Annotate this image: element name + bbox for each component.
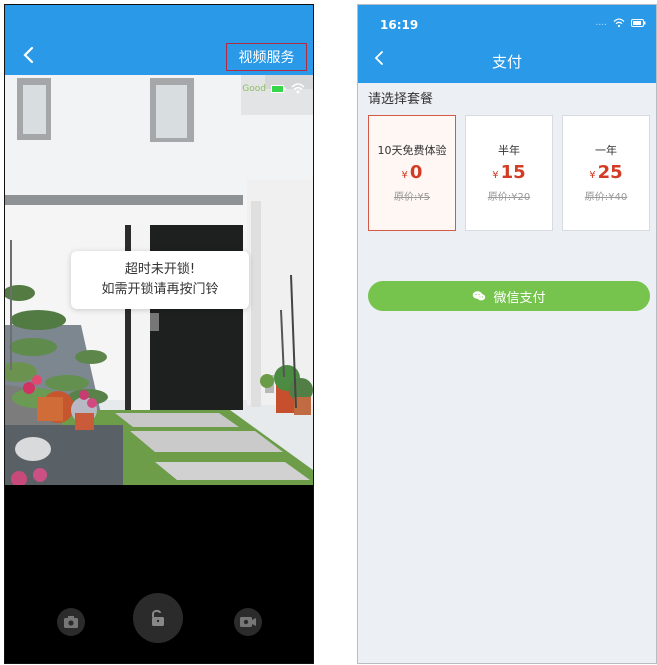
original-price: 原价:¥5: [393, 192, 431, 203]
plan-amount: 0: [409, 162, 423, 183]
dialog-message: 如需开锁请再按门铃: [101, 282, 219, 297]
status-icons: ....: [596, 18, 646, 28]
video-header: 视频服务: [5, 5, 313, 75]
wifi-icon: [613, 18, 625, 28]
plan-option-free-trial[interactable]: 10天免费体验 ¥ 0 原价:¥5: [368, 115, 456, 231]
left-phone-screen: 视频服务 Good 超时未开锁! 如需开锁请再按门铃: [4, 4, 314, 664]
video-service-label: 视频服务: [238, 50, 295, 66]
wifi-icon: [291, 83, 305, 94]
plan-amount: 15: [500, 162, 526, 183]
plan-option-one-year[interactable]: 一年 ¥ 25 原价:¥40: [562, 115, 650, 231]
video-service-button[interactable]: 视频服务: [226, 43, 307, 71]
plan-name: 一年: [595, 144, 617, 157]
plan-option-half-year[interactable]: 半年 ¥ 15 原价:¥20: [465, 115, 553, 231]
currency-symbol: ¥: [589, 170, 596, 181]
plan-price: ¥ 15: [466, 162, 552, 183]
camera-signal-status: Good: [221, 81, 305, 97]
wechat-pay-button[interactable]: 微信支付: [368, 281, 650, 311]
battery-icon: [271, 85, 286, 93]
original-price: 原价:¥40: [584, 192, 628, 203]
plan-price: ¥ 25: [563, 162, 649, 183]
dialog-title: 超时未开锁!: [124, 262, 196, 277]
unlock-button[interactable]: [133, 593, 183, 643]
battery-icon: [631, 19, 646, 27]
plan-amount: 25: [597, 162, 623, 183]
video-icon: [240, 617, 256, 627]
right-phone-screen: 16:19 .... 支付 请选择套餐 10天免费体验 ¥ 0 原价:¥5 半年…: [357, 4, 657, 664]
status-time: 16:19: [380, 18, 419, 32]
unlock-icon: [152, 609, 164, 626]
door-controls: [5, 485, 313, 663]
lock-timeout-dialog: 超时未开锁! 如需开锁请再按门铃: [71, 251, 249, 309]
camera-button[interactable]: [57, 608, 85, 636]
signal-dots-icon: ....: [595, 18, 607, 28]
back-arrow-icon: [23, 46, 34, 64]
package-options: 10天免费体验 ¥ 0 原价:¥5 半年 ¥ 15 原价:¥20 一年 ¥ 25…: [368, 115, 650, 233]
plan-name: 10天免费体验: [377, 144, 447, 157]
currency-symbol: ¥: [401, 170, 408, 181]
original-price: 原价:¥20: [487, 192, 531, 203]
plan-selection-label: 请选择套餐: [368, 92, 434, 107]
signal-text: Good: [242, 84, 266, 94]
plan-price: ¥ 0: [369, 162, 455, 183]
video-record-button[interactable]: [234, 608, 262, 636]
page-title: 支付: [491, 53, 522, 71]
back-button[interactable]: [17, 43, 41, 67]
wechat-icon: [473, 291, 486, 301]
currency-symbol: ¥: [492, 170, 499, 181]
plan-name: 半年: [498, 144, 520, 157]
wechat-pay-label: 微信支付: [493, 290, 546, 306]
payment-header: 16:19 .... 支付: [358, 5, 656, 83]
camera-icon: [64, 616, 78, 628]
